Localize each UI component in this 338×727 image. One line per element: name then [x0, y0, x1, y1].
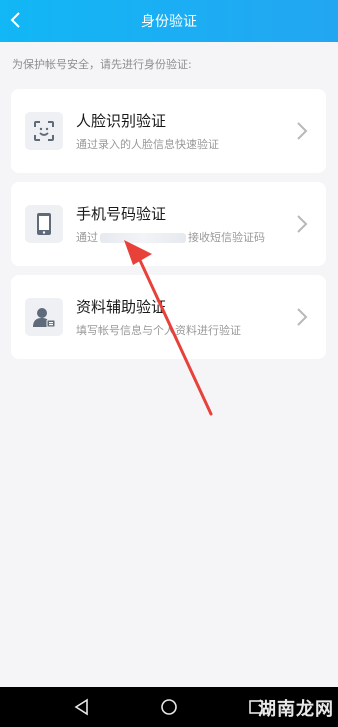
- page-title: 身份验证: [141, 14, 197, 30]
- option-title: 手机号码验证: [76, 205, 167, 223]
- header-bar: 身份验证: [0, 0, 338, 42]
- option-title: 资料辅助验证: [76, 298, 167, 316]
- triangle-back-icon: [74, 698, 88, 716]
- instruction-text: 为保护帐号安全，请先进行身份验证:: [12, 58, 192, 71]
- profile-card-icon: [25, 298, 63, 336]
- option-description: 通过录入的人脸信息快速验证: [76, 138, 219, 151]
- description-suffix: 接收短信验证码: [188, 231, 265, 244]
- nav-home-button[interactable]: [157, 695, 181, 719]
- circle-home-icon: [161, 699, 177, 715]
- option-title: 人脸识别验证: [76, 112, 167, 130]
- chevron-right-icon: [297, 122, 308, 140]
- phone-verification-option[interactable]: 手机号码验证 通过 接收短信验证码: [11, 182, 326, 266]
- description-prefix: 通过: [76, 231, 98, 244]
- mobile-phone-icon: [25, 205, 63, 243]
- nav-back-button[interactable]: [70, 695, 94, 719]
- option-description: 填写帐号信息与个人资料进行验证: [76, 324, 241, 337]
- chevron-right-icon: [297, 308, 308, 326]
- option-description: 通过 接收短信验证码: [76, 229, 265, 245]
- system-navigation-bar: 湖南龙网: [0, 687, 338, 727]
- face-scan-icon: [25, 112, 63, 150]
- face-verification-option[interactable]: 人脸识别验证 通过录入的人脸信息快速验证: [11, 89, 326, 173]
- redacted-phone-number: [100, 233, 186, 243]
- watermark: 湖南龙网: [258, 699, 334, 720]
- profile-verification-option[interactable]: 资料辅助验证 填写帐号信息与个人资料进行验证: [11, 275, 326, 359]
- chevron-right-icon: [297, 215, 308, 233]
